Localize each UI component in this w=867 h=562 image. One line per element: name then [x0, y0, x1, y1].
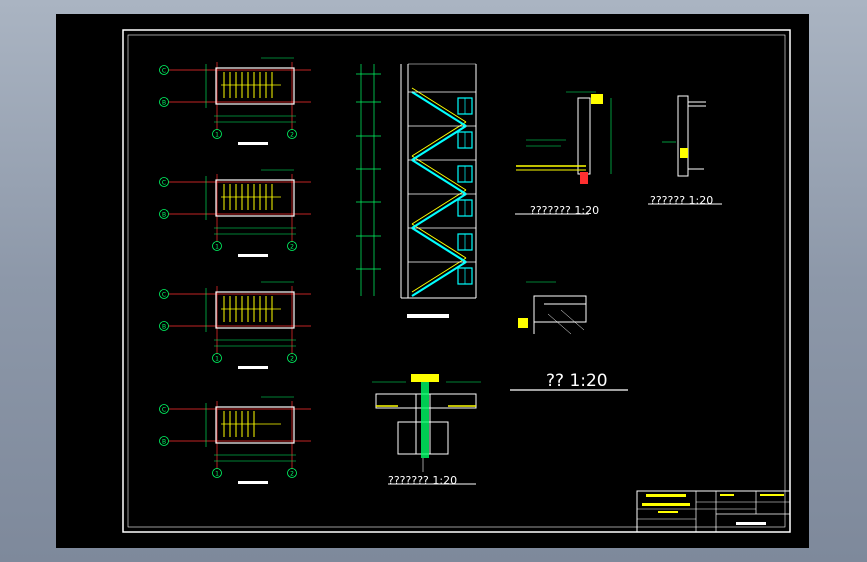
drawing-border: [122, 29, 791, 533]
axis-bubble: 2: [287, 353, 297, 363]
axis-label: B: [162, 100, 166, 107]
axis-label: C: [162, 180, 166, 187]
axis-label: 2: [290, 132, 294, 139]
axis-label: B: [162, 439, 166, 446]
stair-treads: [221, 184, 281, 210]
axis-label: 1: [215, 471, 219, 478]
axis-bubble: C: [159, 177, 169, 187]
axis-label: C: [162, 292, 166, 299]
step-detail: ?? 1:20: [510, 281, 628, 391]
axis-bubble: C: [159, 65, 169, 75]
axis-bubble: B: [159, 209, 169, 219]
stair-flight: [408, 121, 476, 161]
axis-label: 2: [290, 244, 294, 251]
stair-flight: [408, 155, 476, 195]
axis-bubble: C: [159, 404, 169, 414]
axis-label: B: [162, 212, 166, 219]
axis-label: 2: [290, 356, 294, 363]
axis-bubble: B: [159, 97, 169, 107]
wall-detail-title: ?????? 1:20: [650, 194, 713, 207]
stair-plan: C B 1 2: [159, 396, 311, 484]
stair-plans: C B 1 2 C B 1 2 C B 1 2 C B 1 2: [159, 57, 311, 484]
stair-treads: [221, 72, 281, 98]
plan-caption-bar: [238, 481, 268, 484]
axis-label: 1: [215, 244, 219, 251]
stair-flight: [408, 87, 476, 127]
axis-bubble: C: [159, 289, 169, 299]
cad-viewport[interactable]: C B 1 2 C B 1 2 C B 1 2 C B 1 2 ??????? 1:20 ?????? 1:2…: [56, 14, 809, 548]
plan-caption-bar: [238, 366, 268, 369]
stair-treads: [221, 296, 281, 322]
section-caption-bar: [407, 314, 449, 318]
railing-detail-title: ??????? 1:20: [530, 204, 599, 217]
stair-section: [356, 63, 477, 318]
foundation-detail: ??????? 1:20: [372, 374, 481, 487]
railing-detail: ??????? 1:20: [515, 91, 612, 217]
drawing-inner-border: [127, 34, 786, 528]
stair-plan: C B 1 2: [159, 169, 311, 257]
axis-bubble: 2: [287, 468, 297, 478]
drawing-canvas[interactable]: C B 1 2 C B 1 2 C B 1 2 C B 1 2 ??????? 1:20 ??????…: [56, 14, 809, 548]
axis-bubble: 1: [212, 241, 222, 251]
stair-treads: [221, 411, 281, 437]
stair-flight: [408, 257, 476, 297]
axis-bubble: 1: [212, 129, 222, 139]
axis-label: C: [162, 407, 166, 414]
axis-label: 1: [215, 132, 219, 139]
axis-bubble: 2: [287, 241, 297, 251]
axis-label: B: [162, 324, 166, 331]
stair-flight: [408, 223, 476, 263]
axis-bubble: 1: [212, 468, 222, 478]
step-detail-title: ?? 1:20: [546, 371, 608, 391]
axis-bubble: B: [159, 436, 169, 446]
axis-label: 1: [215, 356, 219, 363]
stair-plan: C B 1 2: [159, 57, 311, 145]
axis-bubble: B: [159, 321, 169, 331]
foundation-detail-title: ??????? 1:20: [388, 474, 457, 487]
axis-bubble: 1: [212, 353, 222, 363]
plan-caption-bar: [238, 254, 268, 257]
axis-bubble: 2: [287, 129, 297, 139]
plan-caption-bar: [238, 142, 268, 145]
stair-flight: [408, 189, 476, 229]
axis-label: 2: [290, 471, 294, 478]
stair-plan: C B 1 2: [159, 281, 311, 369]
title-block: [636, 490, 791, 533]
axis-label: C: [162, 68, 166, 75]
wall-edge-detail: ?????? 1:20: [648, 95, 722, 207]
